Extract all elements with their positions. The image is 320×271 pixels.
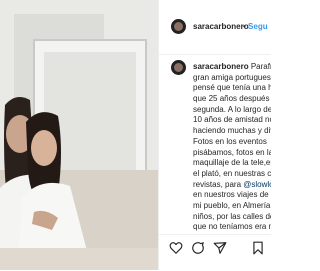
- caption-line: segunda. A lo largo de n: [193, 104, 271, 114]
- post-header: saracarbonero • Segu: [159, 0, 271, 55]
- post-side-panel: saracarbonero • Segu saracarbonero Paraf…: [158, 0, 271, 270]
- caption-line: pensé que tenía una her: [193, 83, 271, 93]
- bookmark-icon[interactable]: [251, 241, 265, 255]
- caption-line: gran amiga portuguesa.: [193, 72, 271, 82]
- caption-line: 10 años de amistad nos: [193, 115, 271, 125]
- share-icon[interactable]: [213, 241, 227, 255]
- follow-label[interactable]: Segu: [248, 22, 268, 31]
- caption-line: revistas, para @slowlove: [193, 180, 271, 191]
- avatar[interactable]: [171, 19, 186, 34]
- caption-line: el plató, en nuestras cen: [193, 168, 271, 178]
- caption-line: haciendo muchas y dive: [193, 126, 271, 136]
- caption-line: Fotos en los eventos: [193, 136, 267, 146]
- follow-button[interactable]: • Segu: [243, 22, 268, 31]
- caption-line: saracarbonero Parafra: [193, 62, 271, 71]
- caption-mention[interactable]: @slowlove: [243, 180, 271, 189]
- caption-line: pisábamos, fotos en la s: [193, 147, 271, 157]
- header-separator: •: [243, 22, 246, 31]
- caption-line: mi pueblo, en Almería, fe: [193, 200, 271, 210]
- header-username[interactable]: saracarbonero: [193, 22, 249, 31]
- caption-line: maquillaje de la tele,en: [193, 158, 271, 168]
- caption-line: niños, por las calles de C: [193, 211, 271, 221]
- post-caption: saracarbonero Parafragran amiga portugue…: [159, 54, 271, 234]
- action-bar: [159, 234, 271, 271]
- photo-illustration: [0, 0, 158, 270]
- comment-icon[interactable]: [191, 241, 205, 255]
- caption-line: en nuestros viajes de vac: [193, 190, 271, 200]
- caption-line: que 25 años después co: [193, 94, 271, 104]
- caption-avatar[interactable]: [171, 60, 186, 75]
- caption-text: saracarbonero Parafragran amiga portugue…: [193, 62, 271, 234]
- instagram-post: saracarbonero • Segu saracarbonero Paraf…: [0, 0, 271, 270]
- caption-username[interactable]: saracarbonero: [193, 62, 249, 71]
- heart-icon[interactable]: [169, 241, 183, 255]
- caption-line: que no teníamos era nin: [193, 222, 271, 232]
- post-photo[interactable]: [0, 0, 158, 270]
